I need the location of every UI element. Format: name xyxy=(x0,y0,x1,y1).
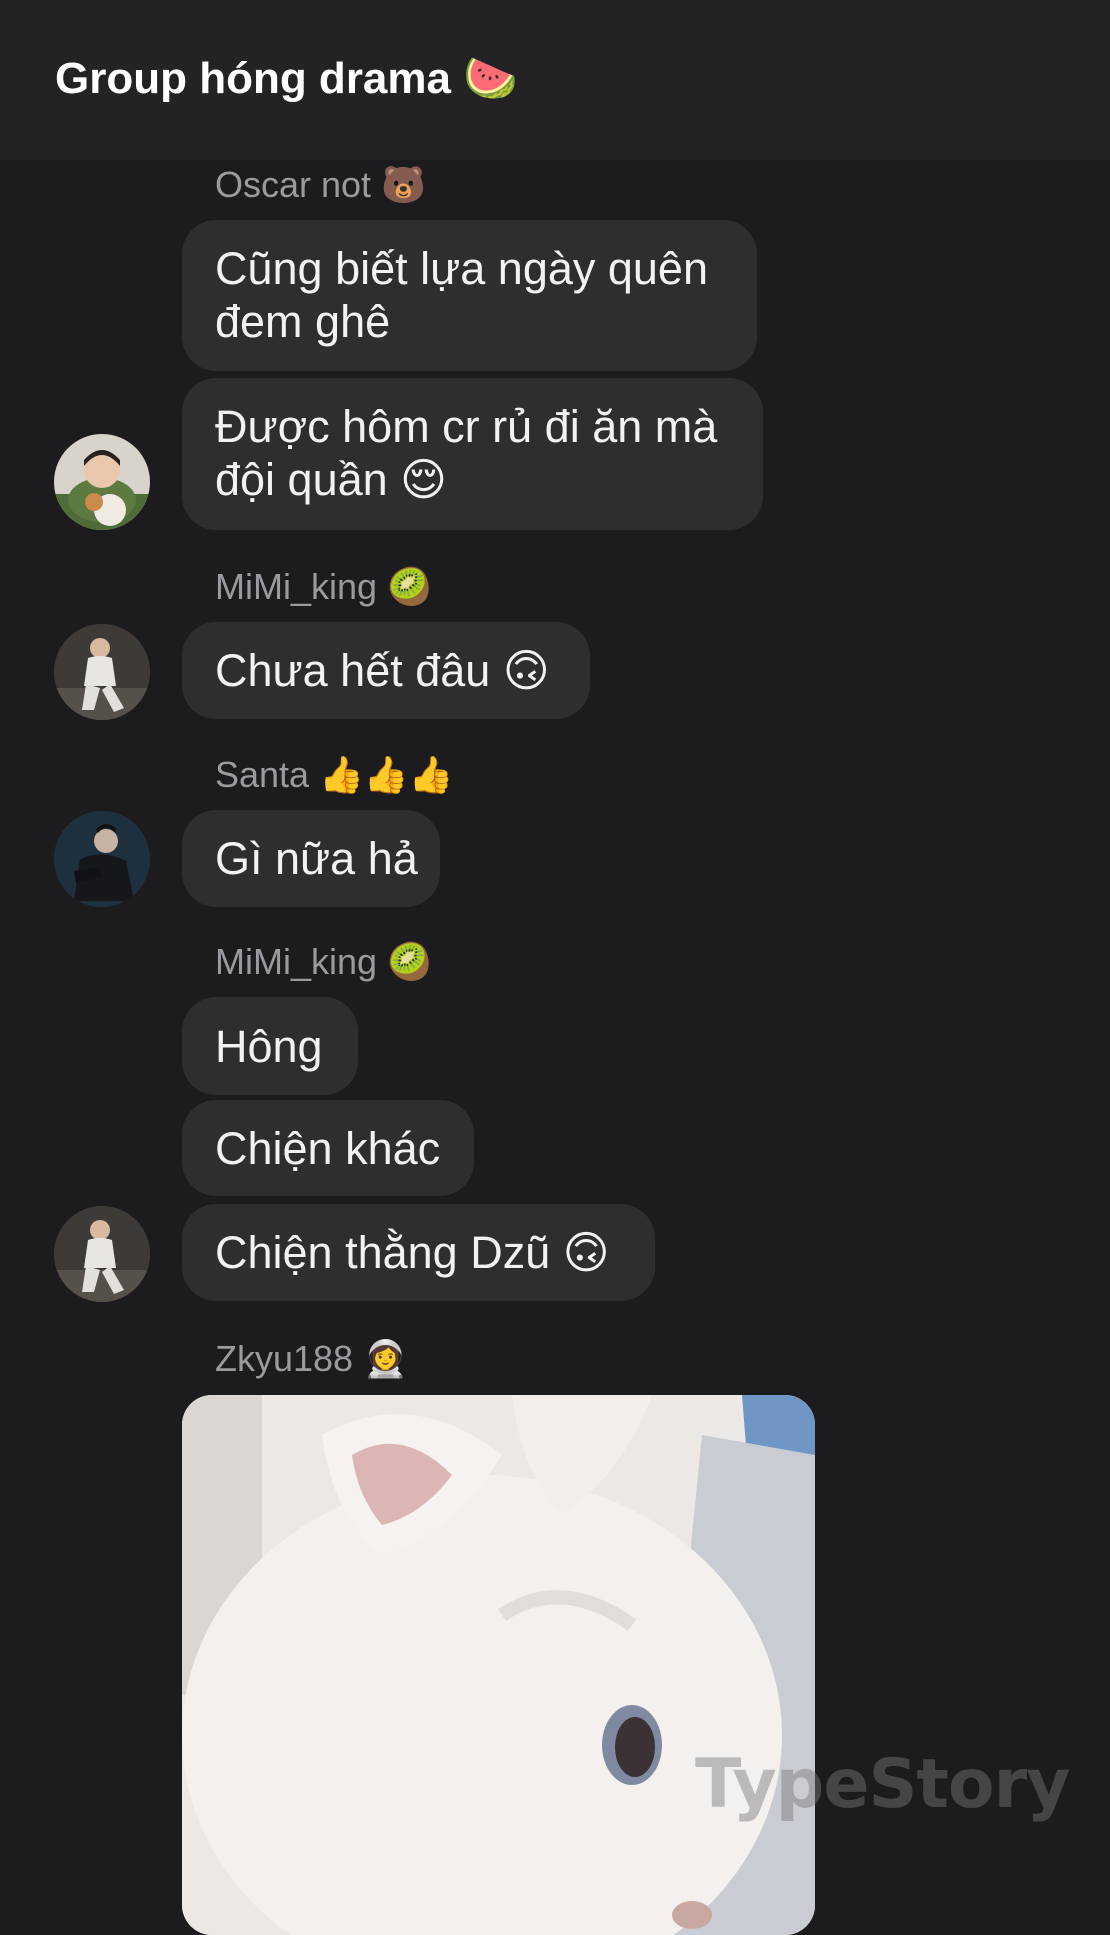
image-message-cat[interactable] xyxy=(182,1395,815,1935)
sender-name: MiMi_king 🥝 xyxy=(215,941,432,982)
chat-header: Group hóng drama 🍉 xyxy=(0,0,1110,160)
message-bubble[interactable]: Gì nữa hả xyxy=(182,810,440,907)
message-bubble[interactable]: Chiện khác xyxy=(182,1100,474,1196)
message-bubble[interactable]: Chưa hết đâu 🙃 xyxy=(182,622,590,719)
avatar[interactable] xyxy=(54,811,150,907)
avatar[interactable] xyxy=(54,624,150,720)
message-line: Được hôm cr rủ đi ăn mà xyxy=(215,401,718,452)
watermark-logo: TypeStory xyxy=(695,1745,1070,1824)
sender-name: MiMi_king 🥝 xyxy=(215,566,432,607)
message-bubble[interactable]: Cũng biết lựa ngày quên đem ghê xyxy=(182,220,757,371)
group-title[interactable]: Group hóng drama 🍉 xyxy=(55,52,518,104)
sender-name: Zkyu188 👩‍🚀 xyxy=(215,1338,408,1379)
sender-name: Oscar not 🐻 xyxy=(215,164,426,205)
message-bubble[interactable]: Được hôm cr rủ đi ăn mà đội quần 😌 xyxy=(182,378,763,530)
message-bubble[interactable]: Hông xyxy=(182,997,358,1095)
avatar[interactable] xyxy=(54,1206,150,1302)
message-line: đem ghê xyxy=(215,296,391,347)
message-line: đội quần 😌 xyxy=(215,454,448,505)
message-bubble[interactable]: Chiện thằng Dzũ 🙃 xyxy=(182,1204,655,1301)
message-line: Cũng biết lựa ngày quên xyxy=(215,243,708,294)
avatar[interactable] xyxy=(54,434,150,530)
sender-name: Santa 👍👍👍 xyxy=(215,754,454,795)
